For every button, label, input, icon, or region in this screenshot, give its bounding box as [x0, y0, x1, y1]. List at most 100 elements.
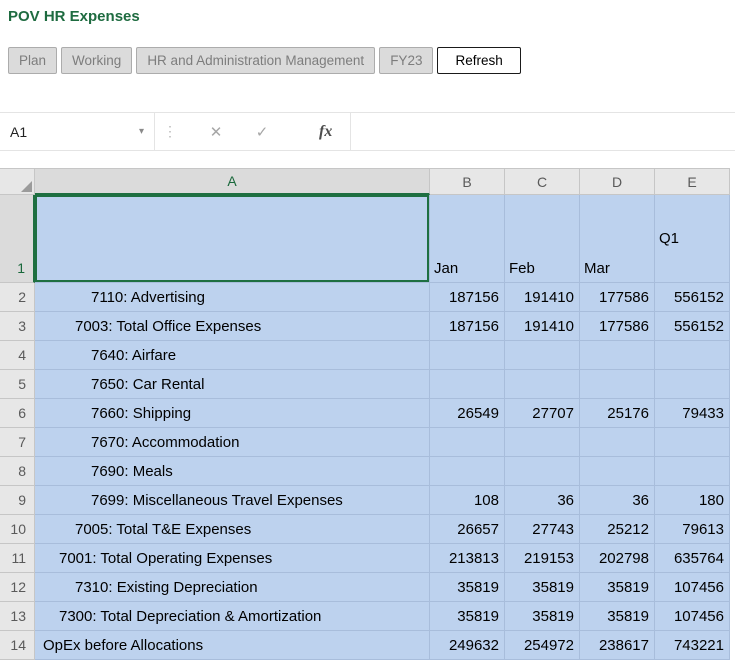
cell-A8[interactable]: 7690: Meals: [35, 457, 430, 486]
cell-B10[interactable]: 26657: [430, 515, 505, 544]
row-header-10[interactable]: 10: [0, 515, 35, 544]
cell-D14[interactable]: 238617: [580, 631, 655, 660]
column-header-D[interactable]: D: [580, 169, 655, 195]
cell-C13[interactable]: 35819: [505, 602, 580, 631]
cell-C10[interactable]: 27743: [505, 515, 580, 544]
cell-D2[interactable]: 177586: [580, 283, 655, 312]
cell-D5[interactable]: [580, 370, 655, 399]
cell-D8[interactable]: [580, 457, 655, 486]
cell-D9[interactable]: 36: [580, 486, 655, 515]
row-header-14[interactable]: 14: [0, 631, 35, 660]
column-header-B[interactable]: B: [430, 169, 505, 195]
column-header-C[interactable]: C: [505, 169, 580, 195]
cell-A12[interactable]: 7310: Existing Depreciation: [35, 573, 430, 602]
cell-B8[interactable]: [430, 457, 505, 486]
cell-A2[interactable]: 7110: Advertising: [35, 283, 430, 312]
cell-D10[interactable]: 25212: [580, 515, 655, 544]
cell-E7[interactable]: [655, 428, 730, 457]
cell-C5[interactable]: [505, 370, 580, 399]
cell-A5[interactable]: 7650: Car Rental: [35, 370, 430, 399]
cell-E10[interactable]: 79613: [655, 515, 730, 544]
cell-C4[interactable]: [505, 341, 580, 370]
cell-E5[interactable]: [655, 370, 730, 399]
row-header-7[interactable]: 7: [0, 428, 35, 457]
insert-function-fx-icon[interactable]: fx: [319, 123, 332, 141]
cell-C6[interactable]: 27707: [505, 399, 580, 428]
cell-B6[interactable]: 26549: [430, 399, 505, 428]
cell-D7[interactable]: [580, 428, 655, 457]
cell-A6[interactable]: 7660: Shipping: [35, 399, 430, 428]
cell-D4[interactable]: [580, 341, 655, 370]
cancel-icon[interactable]: ✕: [201, 123, 231, 141]
cell-C14[interactable]: 254972: [505, 631, 580, 660]
row-header-9[interactable]: 9: [0, 486, 35, 515]
row-header-5[interactable]: 5: [0, 370, 35, 399]
row-header-12[interactable]: 12: [0, 573, 35, 602]
cell-D12[interactable]: 35819: [580, 573, 655, 602]
cell-E2[interactable]: 556152: [655, 283, 730, 312]
cell-B1[interactable]: Jan: [430, 195, 505, 283]
cell-E12[interactable]: 107456: [655, 573, 730, 602]
cell-E8[interactable]: [655, 457, 730, 486]
formula-input[interactable]: [351, 113, 735, 150]
cell-E13[interactable]: 107456: [655, 602, 730, 631]
refresh-button[interactable]: Refresh: [437, 47, 520, 74]
cell-A14[interactable]: OpEx before Allocations: [35, 631, 430, 660]
row-header-11[interactable]: 11: [0, 544, 35, 573]
cell-E1[interactable]: Q1: [655, 195, 730, 283]
cell-D13[interactable]: 35819: [580, 602, 655, 631]
cell-A1-selected[interactable]: [35, 195, 430, 283]
cell-C7[interactable]: [505, 428, 580, 457]
cell-A11[interactable]: 7001: Total Operating Expenses: [35, 544, 430, 573]
cell-B5[interactable]: [430, 370, 505, 399]
cell-C2[interactable]: 191410: [505, 283, 580, 312]
cell-A13[interactable]: 7300: Total Depreciation & Amortization: [35, 602, 430, 631]
cell-B14[interactable]: 249632: [430, 631, 505, 660]
cell-B12[interactable]: 35819: [430, 573, 505, 602]
cell-A4[interactable]: 7640: Airfare: [35, 341, 430, 370]
column-header-A[interactable]: A: [35, 169, 430, 195]
cell-E9[interactable]: 180: [655, 486, 730, 515]
cell-A9[interactable]: 7699: Miscellaneous Travel Expenses: [35, 486, 430, 515]
row-header-3[interactable]: 3: [0, 312, 35, 341]
cell-B3[interactable]: 187156: [430, 312, 505, 341]
pov-button-hr-admin-management[interactable]: HR and Administration Management: [136, 47, 375, 74]
cell-C8[interactable]: [505, 457, 580, 486]
row-header-2[interactable]: 2: [0, 283, 35, 312]
cell-D3[interactable]: 177586: [580, 312, 655, 341]
column-header-E[interactable]: E: [655, 169, 730, 195]
cell-C1[interactable]: Feb: [505, 195, 580, 283]
cell-B13[interactable]: 35819: [430, 602, 505, 631]
cell-B11[interactable]: 213813: [430, 544, 505, 573]
cell-D11[interactable]: 202798: [580, 544, 655, 573]
cell-A7[interactable]: 7670: Accommodation: [35, 428, 430, 457]
row-header-13[interactable]: 13: [0, 602, 35, 631]
row-header-1[interactable]: 1: [0, 195, 35, 283]
cell-B9[interactable]: 108: [430, 486, 505, 515]
cell-A10[interactable]: 7005: Total T&E Expenses: [35, 515, 430, 544]
cell-D1[interactable]: Mar: [580, 195, 655, 283]
row-header-6[interactable]: 6: [0, 399, 35, 428]
cell-B4[interactable]: [430, 341, 505, 370]
cell-E6[interactable]: 79433: [655, 399, 730, 428]
name-box-dropdown-icon[interactable]: ▾: [139, 126, 144, 137]
cell-C12[interactable]: 35819: [505, 573, 580, 602]
pov-button-plan[interactable]: Plan: [8, 47, 57, 74]
cell-C9[interactable]: 36: [505, 486, 580, 515]
cell-A3[interactable]: 7003: Total Office Expenses: [35, 312, 430, 341]
cell-B2[interactable]: 187156: [430, 283, 505, 312]
cell-E14[interactable]: 743221: [655, 631, 730, 660]
row-header-4[interactable]: 4: [0, 341, 35, 370]
row-header-8[interactable]: 8: [0, 457, 35, 486]
pov-button-fy23[interactable]: FY23: [379, 47, 433, 74]
cell-B7[interactable]: [430, 428, 505, 457]
pov-button-working[interactable]: Working: [61, 47, 132, 74]
cell-E4[interactable]: [655, 341, 730, 370]
cell-E11[interactable]: 635764: [655, 544, 730, 573]
cell-D6[interactable]: 25176: [580, 399, 655, 428]
enter-icon[interactable]: ✓: [247, 123, 277, 141]
name-box[interactable]: A1 ▾: [0, 113, 155, 150]
cell-C3[interactable]: 191410: [505, 312, 580, 341]
select-all-corner[interactable]: [0, 169, 35, 195]
cell-E3[interactable]: 556152: [655, 312, 730, 341]
